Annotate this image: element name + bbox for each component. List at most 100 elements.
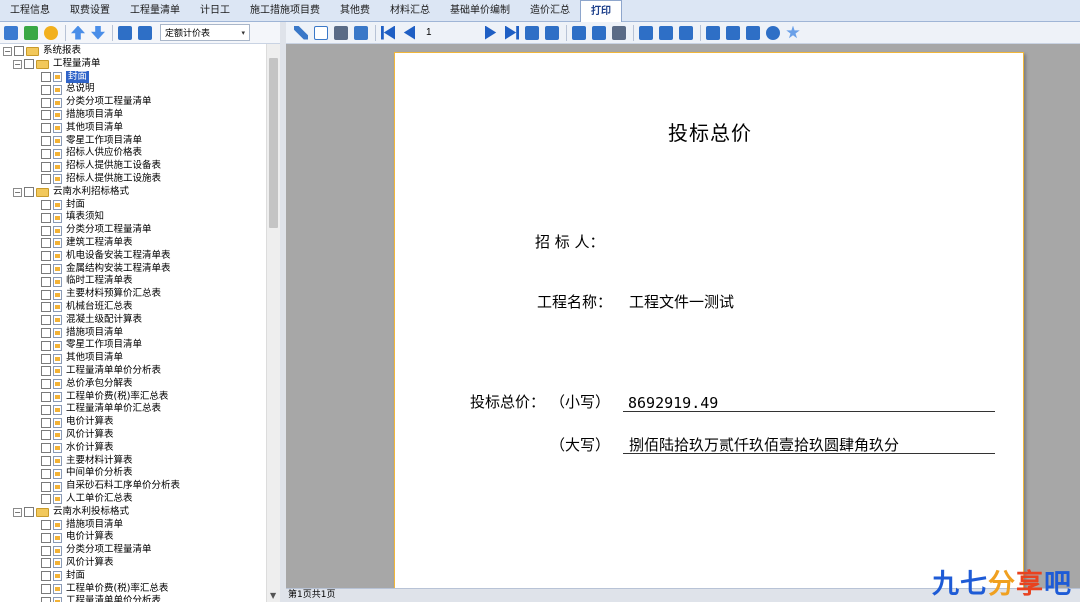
tree-folder[interactable]: − 云南水利招标格式 [13, 186, 129, 199]
tab-3[interactable]: 计日工 [190, 0, 240, 22]
scroll-down-icon[interactable]: ▼ [270, 591, 276, 600]
export-button[interactable] [116, 24, 134, 42]
design-button[interactable] [292, 24, 310, 42]
tree-report-item[interactable]: 措施项目清单 [41, 519, 123, 532]
print-preview-area[interactable]: 投标总价 招 标 人： 工程名称： 工程文件一测试 投标总价： （小写） 869… [286, 44, 1080, 592]
tree-checkbox[interactable] [41, 110, 51, 121]
batch-print-button[interactable] [610, 24, 628, 42]
tree-report-item[interactable]: 封面 [41, 199, 85, 212]
tree-checkbox[interactable] [41, 238, 51, 249]
tree-checkbox[interactable] [41, 174, 51, 185]
tree-checkbox[interactable] [41, 340, 51, 351]
tree-report-item[interactable]: 风价计算表 [41, 557, 114, 570]
tree-folder[interactable]: − 系统报表 [3, 45, 81, 58]
tree-checkbox[interactable] [41, 123, 51, 134]
tree-report-item[interactable]: 电价计算表 [41, 416, 114, 429]
move-up-button[interactable] [69, 24, 87, 42]
add-report-button[interactable] [22, 24, 40, 42]
tree-checkbox[interactable] [41, 148, 51, 159]
tab-5[interactable]: 其他费 [330, 0, 380, 22]
tree-checkbox[interactable] [41, 225, 51, 236]
scrollbar-thumb[interactable] [269, 58, 278, 228]
tree-checkbox[interactable] [41, 97, 51, 108]
tree-report-item[interactable]: 分类分项工程量清单 [41, 96, 152, 109]
tree-checkbox[interactable] [41, 161, 51, 172]
tree-report-item[interactable]: 措施项目清单 [41, 109, 123, 122]
tree-checkbox[interactable] [41, 404, 51, 415]
tab-6[interactable]: 材料汇总 [380, 0, 440, 22]
tree-report-item[interactable]: 主要材料预算价汇总表 [41, 288, 161, 301]
tree-checkbox[interactable] [41, 263, 51, 274]
tree-checkbox[interactable] [41, 366, 51, 377]
tab-9[interactable]: 打印 [580, 0, 622, 23]
tree-checkbox[interactable] [41, 494, 51, 505]
tree-checkbox[interactable] [41, 135, 51, 146]
export-pdf-button[interactable] [724, 24, 742, 42]
batch-export-button[interactable] [570, 24, 588, 42]
tree-report-item[interactable]: 分类分项工程量清单 [41, 544, 152, 557]
tree-report-item[interactable]: 水价计算表 [41, 442, 114, 455]
single-page-button[interactable] [637, 24, 655, 42]
tree-checkbox[interactable] [41, 519, 51, 530]
page-number-input[interactable] [423, 24, 463, 41]
import-button[interactable] [136, 24, 154, 42]
tree-checkbox[interactable] [41, 353, 51, 364]
export-word-button[interactable] [543, 24, 561, 42]
tree-checkbox[interactable] [41, 199, 51, 210]
tab-2[interactable]: 工程量清单 [120, 0, 190, 22]
tree-collapse-icon[interactable]: − [13, 59, 22, 69]
tree-report-item[interactable]: 临时工程清单表 [41, 275, 133, 288]
tab-1[interactable]: 取费设置 [60, 0, 120, 22]
tree-checkbox[interactable] [41, 276, 51, 287]
tree-report-item[interactable]: 措施项目清单 [41, 327, 123, 340]
tree-report-item[interactable]: 风价计算表 [41, 429, 114, 442]
tree-report-item[interactable]: 电价计算表 [41, 531, 114, 544]
tree-report-item[interactable]: 工程单价费(税)率汇总表 [41, 583, 168, 596]
export-excel-button[interactable] [523, 24, 541, 42]
tree-report-item[interactable]: 工程量清单单价汇总表 [41, 403, 161, 416]
tree-report-item[interactable]: 建筑工程清单表 [41, 237, 133, 250]
tree-checkbox[interactable] [41, 315, 51, 326]
tree-checkbox[interactable] [14, 46, 24, 57]
tree-report-item[interactable]: 主要材料计算表 [41, 455, 133, 468]
tree-collapse-icon[interactable]: − [13, 187, 22, 197]
tree-report-item[interactable]: 金属结构安装工程清单表 [41, 263, 171, 276]
tree-checkbox[interactable] [41, 468, 51, 479]
move-down-button[interactable] [89, 24, 107, 42]
tree-report-item[interactable]: 其他项目清单 [41, 352, 123, 365]
tree-checkbox[interactable] [41, 302, 51, 313]
tree-report-item[interactable]: 总说明 [41, 83, 95, 96]
tree-checkbox[interactable] [24, 59, 34, 70]
tree-folder[interactable]: − 工程量清单 [13, 58, 101, 71]
tree-checkbox[interactable] [41, 327, 51, 338]
tab-4[interactable]: 施工措施项目费 [240, 0, 330, 22]
tab-7[interactable]: 基础单价编制 [440, 0, 520, 22]
tree-checkbox[interactable] [41, 391, 51, 402]
tree-checkbox[interactable] [41, 84, 51, 95]
tree-checkbox[interactable] [41, 455, 51, 466]
report-type-select[interactable]: 定额计价表 ▾ [160, 24, 250, 41]
tree-checkbox[interactable] [41, 545, 51, 556]
tree-checkbox[interactable] [41, 532, 51, 543]
print-button[interactable] [332, 24, 350, 42]
tree-checkbox[interactable] [24, 507, 34, 518]
tree-checkbox[interactable] [41, 430, 51, 441]
first-page-button[interactable] [379, 24, 397, 42]
prev-page-button[interactable] [399, 24, 417, 42]
tree-report-item[interactable]: 工程量清单单价分析表 [41, 365, 161, 378]
tree-report-item[interactable]: 工程量清单单价分析表 [41, 595, 161, 602]
tree-checkbox[interactable] [41, 583, 51, 594]
tree-report-item[interactable]: 中间单价分析表 [41, 467, 133, 480]
tree-report-item[interactable]: 填表须知 [41, 211, 104, 224]
tree-report-item[interactable]: 零星工作项目清单 [41, 339, 142, 352]
settings-button[interactable] [764, 24, 782, 42]
delete-report-button[interactable] [42, 24, 60, 42]
tree-checkbox[interactable] [24, 187, 34, 198]
tree-collapse-icon[interactable]: − [3, 46, 12, 56]
tree-checkbox[interactable] [41, 71, 51, 82]
tree-checkbox[interactable] [41, 558, 51, 569]
tree-report-item[interactable]: 机电设备安装工程清单表 [41, 250, 171, 263]
tree-checkbox[interactable] [41, 212, 51, 223]
tree-report-item[interactable]: 总价承包分解表 [41, 378, 133, 391]
tree-report-item[interactable]: 分类分项工程量清单 [41, 224, 152, 237]
